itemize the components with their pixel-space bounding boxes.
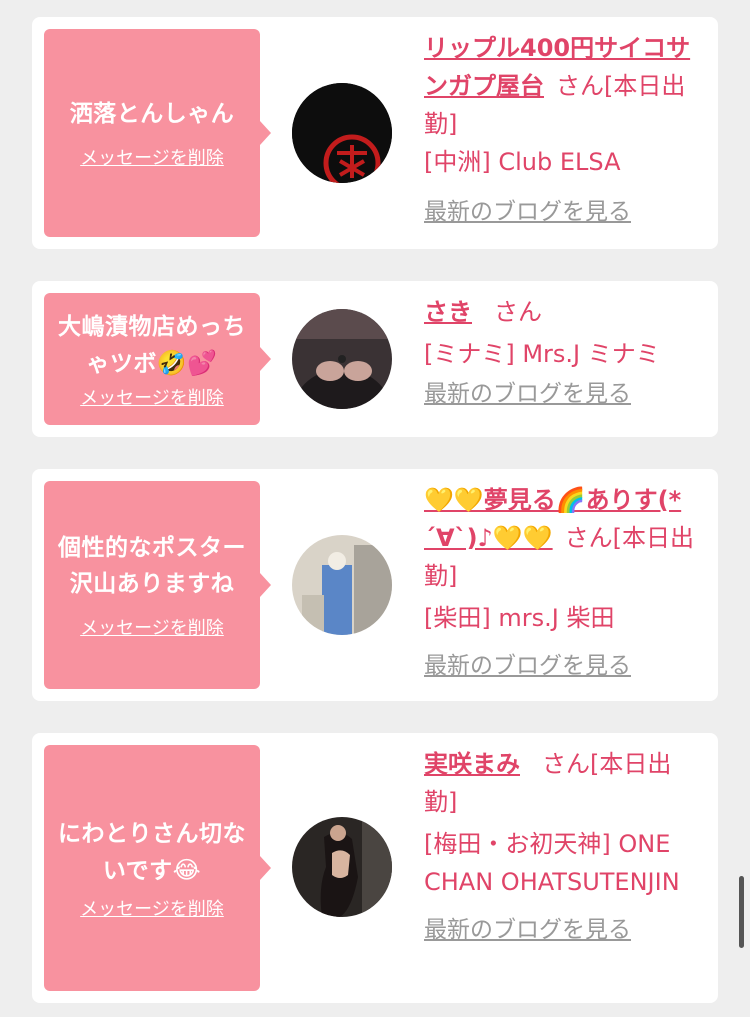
avatar-image [292, 817, 392, 917]
delete-message-link[interactable]: メッセージを削除 [80, 895, 224, 921]
message-line: ゃツボ🤣💕 [58, 345, 246, 382]
avatar[interactable] [292, 535, 392, 635]
avatar[interactable] [292, 817, 392, 917]
emoji: 🤣💕 [156, 348, 218, 377]
avatar[interactable] [292, 83, 392, 183]
message-card: 個性的なポスター 沢山ありますね メッセージを削除 💛💛夢見る🌈ありす(*´∀`… [32, 469, 718, 701]
message-bubble: 洒落とんしゃん メッセージを削除 [44, 29, 271, 237]
message-line: 沢山ありますね [69, 571, 235, 597]
blog-link[interactable]: 最新のブログを見る [424, 193, 631, 231]
cast-name-link[interactable]: 実咲まみ [424, 750, 520, 778]
message-bubble: 大嶋漬物店めっち ゃツボ🤣💕 メッセージを削除 [44, 293, 271, 425]
message-bubble: 個性的なポスター 沢山ありますね メッセージを削除 [44, 481, 271, 689]
cast-info: さき さん [ミナミ] Mrs.J ミナミ 最新のブログを見る [424, 293, 704, 413]
avatar-image [292, 535, 392, 635]
message-card: 洒落とんしゃん メッセージを削除 リップル400円サイコサンガプ屋台 さん[本日出… [32, 17, 718, 249]
shop-name: [中洲] Club ELSA [424, 148, 621, 176]
cast-info: 💛💛夢見る🌈ありす(*´∀`)♪💛💛 さん[本日出勤] [柴田] mrs.J 柴田… [424, 481, 704, 685]
shop-name: [柴田] mrs.J 柴田 [424, 604, 615, 632]
cast-name-link[interactable]: さき [424, 298, 472, 326]
blog-link[interactable]: 最新のブログを見る [424, 911, 631, 949]
delete-message-link[interactable]: メッセージを削除 [80, 144, 224, 170]
message-text: にわとりさん切な いです😂 [58, 816, 246, 889]
avatar-image [292, 83, 392, 183]
shop-name: [ミナミ] Mrs.J ミナミ [424, 340, 660, 368]
emoji: 😂 [172, 855, 202, 884]
message-line: 大嶋漬物店めっち [58, 313, 246, 340]
blog-link[interactable]: 最新のブログを見る [424, 375, 631, 413]
message-line: にわとりさん切な [58, 820, 246, 847]
blog-link[interactable]: 最新のブログを見る [424, 647, 631, 685]
message-text: 個性的なポスター 沢山ありますね [58, 530, 246, 602]
scrollbar[interactable] [739, 876, 744, 948]
message-line-text: いです [102, 857, 173, 884]
cast-info: リップル400円サイコサンガプ屋台 さん[本日出勤] [中洲] Club ELSA… [424, 29, 704, 231]
avatar-image [292, 309, 392, 409]
message-card: にわとりさん切な いです😂 メッセージを削除 実咲まみ さん[本日出勤] [梅田・… [32, 733, 718, 1003]
message-card: 大嶋漬物店めっち ゃツボ🤣💕 メッセージを削除 さき さん [ミナミ] Mrs.J… [32, 281, 718, 437]
shop-name: [梅田・お初天神] ONE CHAN OHATSUTENJIN [424, 830, 680, 896]
delete-message-link[interactable]: メッセージを削除 [80, 614, 224, 640]
message-line: いです😂 [58, 852, 246, 889]
delete-message-link[interactable]: メッセージを削除 [80, 384, 224, 410]
message-line: 個性的なポスター [58, 535, 246, 561]
message-bubble: にわとりさん切な いです😂 メッセージを削除 [44, 745, 271, 991]
san-suffix: さん [494, 298, 542, 326]
message-text: 洒落とんしゃん [69, 101, 235, 127]
avatar[interactable] [292, 309, 392, 409]
message-line-text: ゃツボ [86, 350, 157, 377]
message-text: 大嶋漬物店めっち ゃツボ🤣💕 [58, 309, 246, 382]
cast-info: 実咲まみ さん[本日出勤] [梅田・お初天神] ONE CHAN OHATSUTE… [424, 745, 704, 949]
